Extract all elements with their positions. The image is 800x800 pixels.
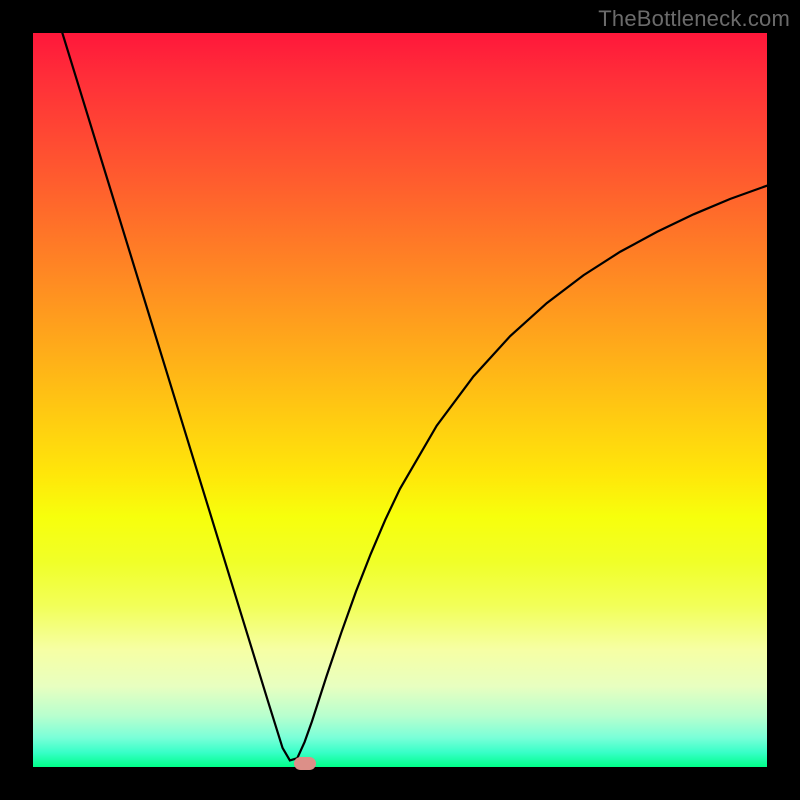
min-marker: [294, 757, 316, 770]
watermark-text: TheBottleneck.com: [598, 6, 790, 32]
chart-frame: TheBottleneck.com: [0, 0, 800, 800]
curve-path: [62, 33, 767, 760]
curve-svg: [33, 33, 767, 767]
